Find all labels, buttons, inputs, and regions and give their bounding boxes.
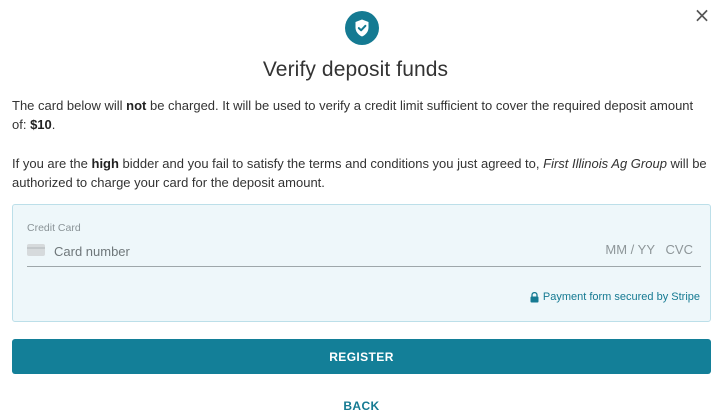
cvc-field[interactable]: CVC bbox=[666, 242, 693, 257]
notice-emphasis: not bbox=[126, 98, 147, 113]
shield-check-glyph bbox=[355, 19, 369, 37]
card-input-row[interactable]: MM / YY CVC bbox=[27, 241, 701, 267]
credit-card-form: Credit Card MM / YY CVC Payment form sec… bbox=[12, 204, 711, 322]
card-number-input[interactable] bbox=[54, 241, 474, 261]
notice-text: . bbox=[51, 117, 56, 132]
shield-check-icon bbox=[345, 11, 379, 45]
no-charge-notice: The card below will not be charged. It w… bbox=[12, 96, 708, 134]
close-icon[interactable]: × bbox=[694, 3, 711, 27]
expiry-field[interactable]: MM / YY bbox=[605, 242, 655, 257]
company-name: First Illinois Ag Group bbox=[543, 156, 667, 171]
secured-by-stripe: Payment form secured by Stripe bbox=[530, 291, 700, 303]
secured-text: Payment form secured by Stripe bbox=[542, 291, 700, 303]
lock-icon bbox=[530, 291, 539, 302]
dialog-title: Verify deposit funds bbox=[262, 58, 449, 81]
credit-card-label: Credit Card bbox=[27, 222, 81, 234]
register-button[interactable]: REGISTER bbox=[12, 339, 711, 374]
terms-text: bidder and you fail to satisfy the terms… bbox=[118, 156, 544, 171]
terms-text: If you are the bbox=[12, 156, 92, 171]
back-button[interactable]: BACK bbox=[12, 396, 711, 412]
charge-terms-notice: If you are the high bidder and you fail … bbox=[12, 154, 708, 192]
credit-card-icon bbox=[27, 244, 45, 256]
terms-emphasis: high bbox=[91, 156, 119, 171]
deposit-amount: $10 bbox=[30, 117, 52, 132]
notice-text: The card below will bbox=[12, 98, 127, 113]
close-button[interactable]: × bbox=[693, 4, 711, 26]
